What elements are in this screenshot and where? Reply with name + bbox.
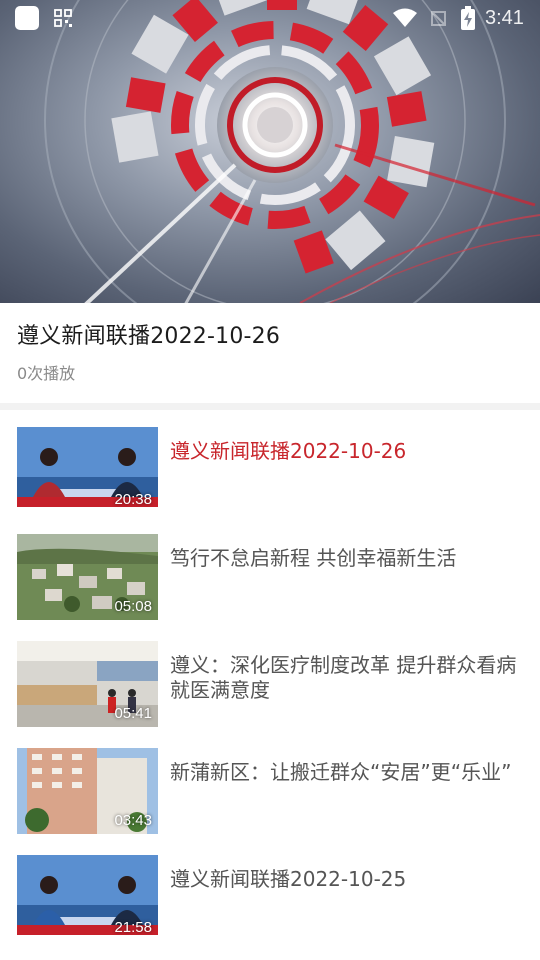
video-thumbnail[interactable]: 05:08 (17, 534, 158, 620)
wifi-icon (393, 8, 417, 27)
video-duration: 21:58 (114, 919, 152, 936)
play-count: 0次播放 (17, 364, 76, 383)
playlist-item-title: 遵义：深化医疗制度改革 提升群众看病就医满意度 (170, 653, 517, 702)
signal-off-icon (431, 11, 446, 26)
video-poster-image (44, 0, 540, 303)
video-thumbnail[interactable]: 05:41 (17, 641, 158, 727)
video-duration: 05:08 (114, 598, 152, 615)
playlist-item-title: 笃行不怠启新程 共创幸福新生活 (170, 546, 457, 570)
section-divider (0, 403, 540, 410)
playlist-item-title: 遵义新闻联播2022-10-25 (170, 867, 407, 891)
video-title: 遵义新闻联播2022-10-26 (17, 324, 281, 349)
status-bar: 3:41 (0, 0, 540, 36)
playlist-item-title: 遵义新闻联播2022-10-26 (170, 439, 407, 463)
video-info: 遵义新闻联播2022-10-26 0次播放 (0, 303, 540, 403)
playlist-item[interactable]: 21:58 遵义新闻联播2022-10-25 (0, 848, 540, 955)
battery-charging-icon (461, 6, 475, 30)
video-player[interactable]: 3:41 (0, 0, 540, 303)
playlist-item[interactable]: 03:43 新蒲新区：让搬迁群众“安居”更“乐业” (0, 741, 540, 848)
video-duration: 03:43 (114, 812, 152, 829)
qr-grid-icon (54, 9, 72, 27)
app-square-icon (15, 6, 39, 30)
playlist-item[interactable]: 05:08 笃行不怠启新程 共创幸福新生活 (0, 527, 540, 634)
video-duration: 20:38 (114, 491, 152, 508)
playlist-item-title: 新蒲新区：让搬迁群众“安居”更“乐业” (170, 760, 512, 784)
video-duration: 05:41 (114, 705, 152, 722)
playlist-item[interactable]: 05:41 遵义：深化医疗制度改革 提升群众看病就医满意度 (0, 634, 540, 741)
video-thumbnail[interactable]: 21:58 (17, 855, 158, 941)
status-time: 3:41 (485, 7, 524, 29)
video-thumbnail[interactable]: 03:43 (17, 748, 158, 834)
playlist-item[interactable]: 20:38 遵义新闻联播2022-10-26 (0, 420, 540, 527)
video-thumbnail[interactable]: 20:38 (17, 427, 158, 513)
